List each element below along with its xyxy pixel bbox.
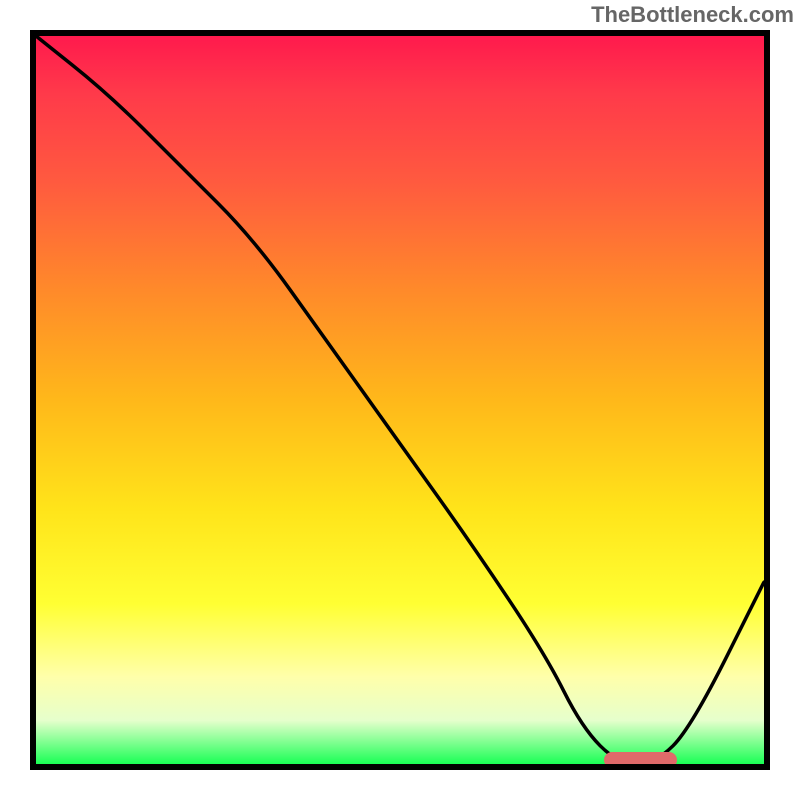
watermark-text: TheBottleneck.com — [591, 2, 794, 28]
plot-area — [30, 30, 770, 770]
chart-container: TheBottleneck.com — [0, 0, 800, 800]
optimal-range-marker — [604, 752, 677, 768]
gradient-background — [36, 36, 764, 764]
